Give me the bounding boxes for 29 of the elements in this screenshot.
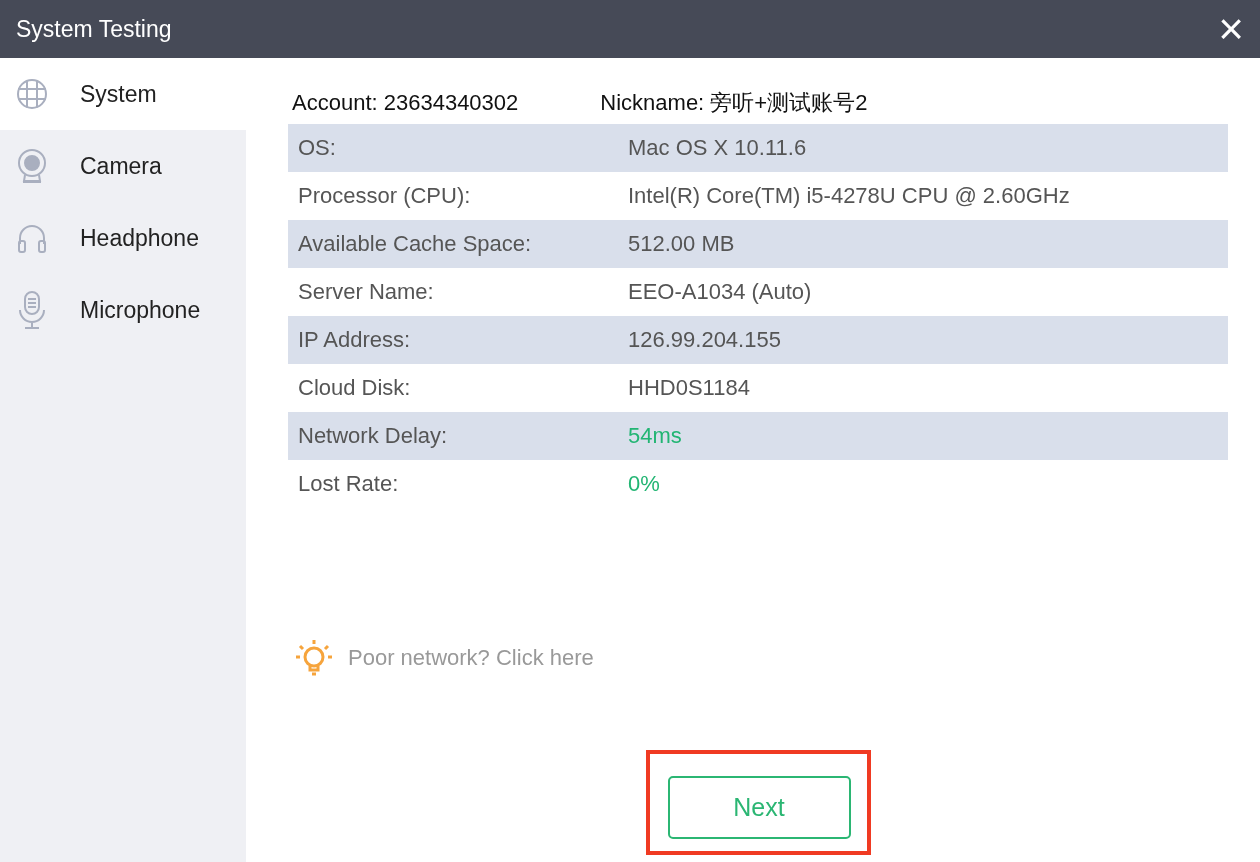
field-label: Server Name:: [297, 279, 435, 305]
sidebar-item[interactable]: Microphone: [0, 274, 246, 346]
microphone-icon: [16, 290, 48, 330]
field-label: Available Cache Space:: [297, 231, 533, 257]
nickname: Nickname: 旁听+测试账号2: [600, 89, 868, 117]
window-title: System Testing: [16, 15, 172, 43]
close-button[interactable]: ×: [1218, 7, 1244, 51]
field-value: Mac OS X 10.11.6: [628, 135, 807, 161]
field-value: 126.99.204.155: [628, 327, 781, 353]
sidebar-item[interactable]: Headphone: [0, 202, 246, 274]
field-label: Lost Rate:: [297, 471, 400, 497]
field-label: OS:: [297, 135, 337, 161]
field-label: Network Delay:: [297, 423, 449, 449]
lightbulb-icon: [294, 638, 334, 678]
globe-icon: [16, 78, 48, 110]
field-value: HHD0S1184: [628, 375, 750, 401]
sidebar-item[interactable]: Camera: [0, 130, 246, 202]
field-label: IP Address:: [297, 327, 412, 353]
sidebar-item[interactable]: System: [0, 58, 246, 130]
camera-icon: [16, 148, 48, 184]
field-value: 512.00 MB: [628, 231, 735, 257]
headphone-icon: [16, 222, 48, 254]
field-value: EEO-A1034 (Auto): [628, 279, 812, 305]
field-value: 0%: [628, 471, 660, 497]
field-value: 54ms: [628, 423, 682, 449]
field-label: Processor (CPU):: [297, 183, 472, 209]
field-label: Cloud Disk:: [297, 375, 412, 401]
field-value: Intel(R) Core(TM) i5-4278U CPU @ 2.60GHz: [628, 183, 1070, 209]
account-number: Account: 23634340302: [292, 90, 519, 116]
